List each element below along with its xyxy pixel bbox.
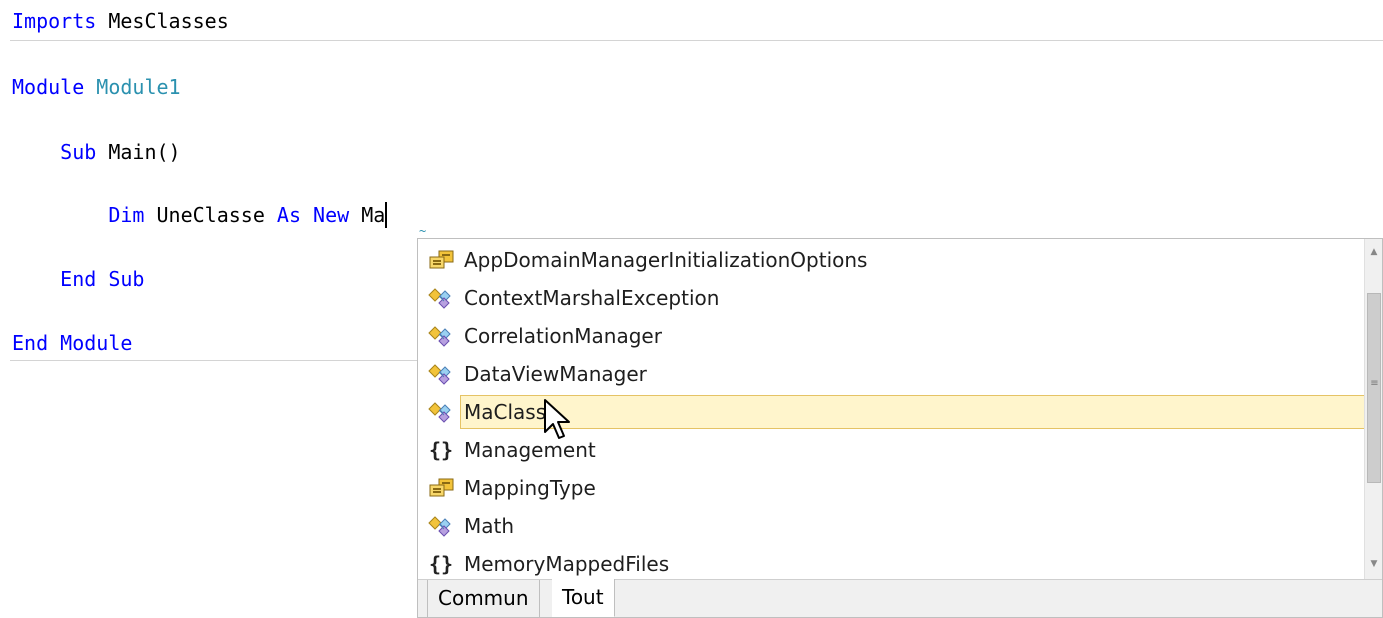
scroll-up-arrow-icon[interactable]: ▲ <box>1365 243 1383 261</box>
completion-item-label: CorrelationManager <box>464 324 662 348</box>
identifier: UneClasse <box>144 203 277 227</box>
completion-item[interactable]: DataViewManager <box>418 355 1366 393</box>
completion-item-label: Math <box>464 514 515 538</box>
completion-tabs: Commun Tout <box>418 579 1382 617</box>
completion-item[interactable]: MappingType <box>418 469 1366 507</box>
enum-icon <box>424 476 458 500</box>
class-icon <box>424 362 458 386</box>
class-icon <box>424 324 458 348</box>
enum-icon <box>424 248 458 272</box>
code-line-end-sub[interactable]: End Sub <box>12 266 144 292</box>
keyword: End <box>12 331 49 355</box>
keyword: Module <box>12 75 85 99</box>
completion-item-label: MappingType <box>464 476 596 500</box>
keyword: As <box>276 203 301 227</box>
identifier: MesClasses <box>96 9 229 33</box>
selection-highlight <box>460 395 1374 429</box>
completion-item-label: AppDomainManagerInitializationOptions <box>464 248 868 272</box>
tab-commun[interactable]: Commun <box>427 580 540 617</box>
completion-item-label: MemoryMappedFiles <box>464 552 670 576</box>
separator <box>10 40 1383 41</box>
keyword: Sub <box>108 267 145 291</box>
keyword: Module <box>60 331 133 355</box>
text-cursor <box>385 202 388 228</box>
class-icon <box>424 400 458 424</box>
vertical-scrollbar[interactable]: ▲ ≡ ▼ <box>1364 239 1382 581</box>
separator <box>10 360 417 361</box>
keyword: New <box>313 203 350 227</box>
keyword: Imports <box>12 9 97 33</box>
class-icon <box>424 514 458 538</box>
namespace-icon: {} <box>428 552 454 576</box>
completion-item[interactable]: Math <box>418 507 1366 545</box>
smart-tag-squiggle: ~ <box>419 224 427 238</box>
completion-item[interactable]: {} MemoryMappedFiles <box>418 545 1366 583</box>
class-icon <box>424 286 458 310</box>
type-name: Module1 <box>96 75 181 99</box>
completion-item-label: DataViewManager <box>464 362 647 386</box>
completion-item[interactable]: ContextMarshalException <box>418 279 1366 317</box>
code-line-end-module[interactable]: End Module <box>12 330 132 356</box>
identifier: Main() <box>96 140 181 164</box>
tab-tout[interactable]: Tout <box>552 579 615 617</box>
completion-item-label: Management <box>464 438 596 462</box>
keyword: End <box>60 267 97 291</box>
keyword: Sub <box>60 140 97 164</box>
namespace-icon: {} <box>428 438 454 462</box>
completion-item[interactable]: AppDomainManagerInitializationOptions <box>418 241 1366 279</box>
scroll-down-arrow-icon[interactable]: ▼ <box>1365 555 1383 573</box>
completion-item[interactable]: CorrelationManager <box>418 317 1366 355</box>
mouse-pointer-icon <box>544 399 570 439</box>
code-line-sub[interactable]: Sub Main() <box>12 139 181 165</box>
scrollbar-thumb[interactable]: ≡ <box>1367 293 1381 483</box>
code-line-imports[interactable]: Imports MesClasses <box>12 8 229 34</box>
code-line-module[interactable]: Module Module1 <box>12 74 181 100</box>
code-line-dim[interactable]: Dim UneClasse As New Ma <box>12 202 388 228</box>
keyword: Dim <box>108 203 145 227</box>
completion-item-label: ContextMarshalException <box>464 286 720 310</box>
typed-text: Ma <box>349 203 386 227</box>
grip-icon: ≡ <box>1370 378 1379 389</box>
